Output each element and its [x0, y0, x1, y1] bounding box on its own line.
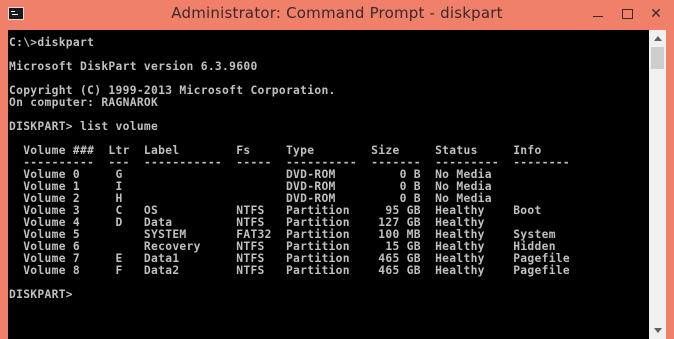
command-prompt-window: Administrator: Command Prompt - diskpart… [0, 0, 674, 339]
scroll-up-arrow-icon [653, 36, 662, 41]
console-line: DISKPART> list volume [9, 120, 159, 133]
console-line: On computer: RAGNAROK [9, 96, 159, 109]
scroll-thumb[interactable] [651, 47, 664, 69]
maximize-icon [621, 9, 633, 19]
table-row: Volume 8 F Data2 NTFS Partition 465 GB H… [9, 264, 571, 277]
command-prompt-line[interactable]: DISKPART> [9, 289, 570, 301]
scroll-down-arrow-icon [653, 328, 662, 333]
scroll-down-button[interactable] [649, 322, 666, 339]
minimize-icon [593, 15, 603, 17]
close-button[interactable]: ✕ [638, 2, 674, 26]
scroll-up-button[interactable] [649, 30, 666, 47]
console-output[interactable]: C:\>diskpart Microsoft DiskPart version 6… [8, 30, 649, 339]
vertical-scrollbar[interactable] [649, 30, 666, 339]
minimize-button[interactable] [583, 2, 613, 26]
console-line: C:\>diskpart [9, 36, 95, 49]
title-bar[interactable]: Administrator: Command Prompt - diskpart… [0, 0, 674, 30]
console-text: C:\>diskpart Microsoft DiskPart version 6… [9, 37, 570, 301]
close-icon: ✕ [650, 6, 662, 22]
window-border [666, 30, 674, 339]
window-title: Administrator: Command Prompt - diskpart [171, 4, 503, 22]
console-line: Microsoft DiskPart version 6.3.9600 [9, 60, 258, 73]
